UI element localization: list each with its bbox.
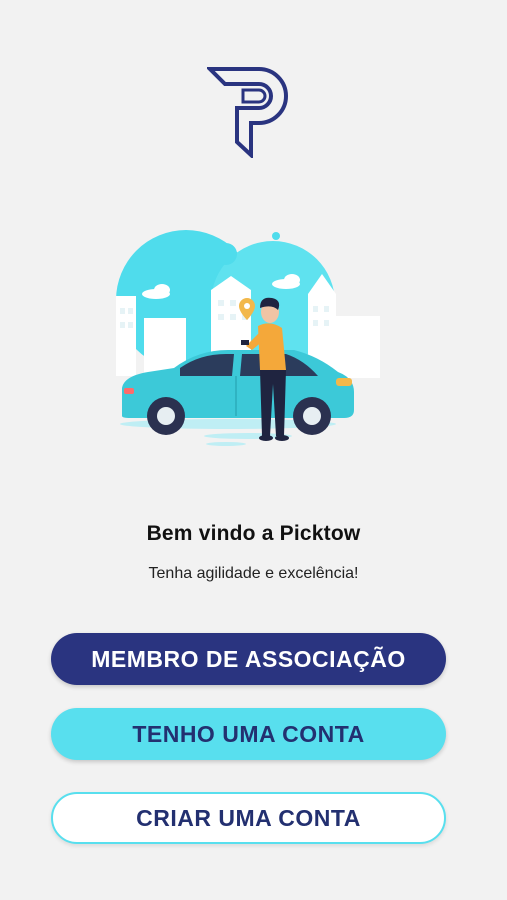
- login-button[interactable]: TENHO UMA CONTA: [51, 708, 446, 760]
- create-account-button[interactable]: CRIAR UMA CONTA: [51, 792, 446, 844]
- welcome-title: Bem vindo a Picktow: [146, 522, 361, 545]
- membership-button[interactable]: MEMBRO DE ASSOCIAÇÃO: [51, 633, 446, 685]
- welcome-subtitle: Tenha agilidade e excelência!: [148, 565, 359, 582]
- car-person-city-illustration-icon: [116, 230, 380, 446]
- picktow-logo: [205, 66, 289, 160]
- hero-illustration: [108, 228, 388, 460]
- picktow-p-logo-icon: [205, 67, 288, 160]
